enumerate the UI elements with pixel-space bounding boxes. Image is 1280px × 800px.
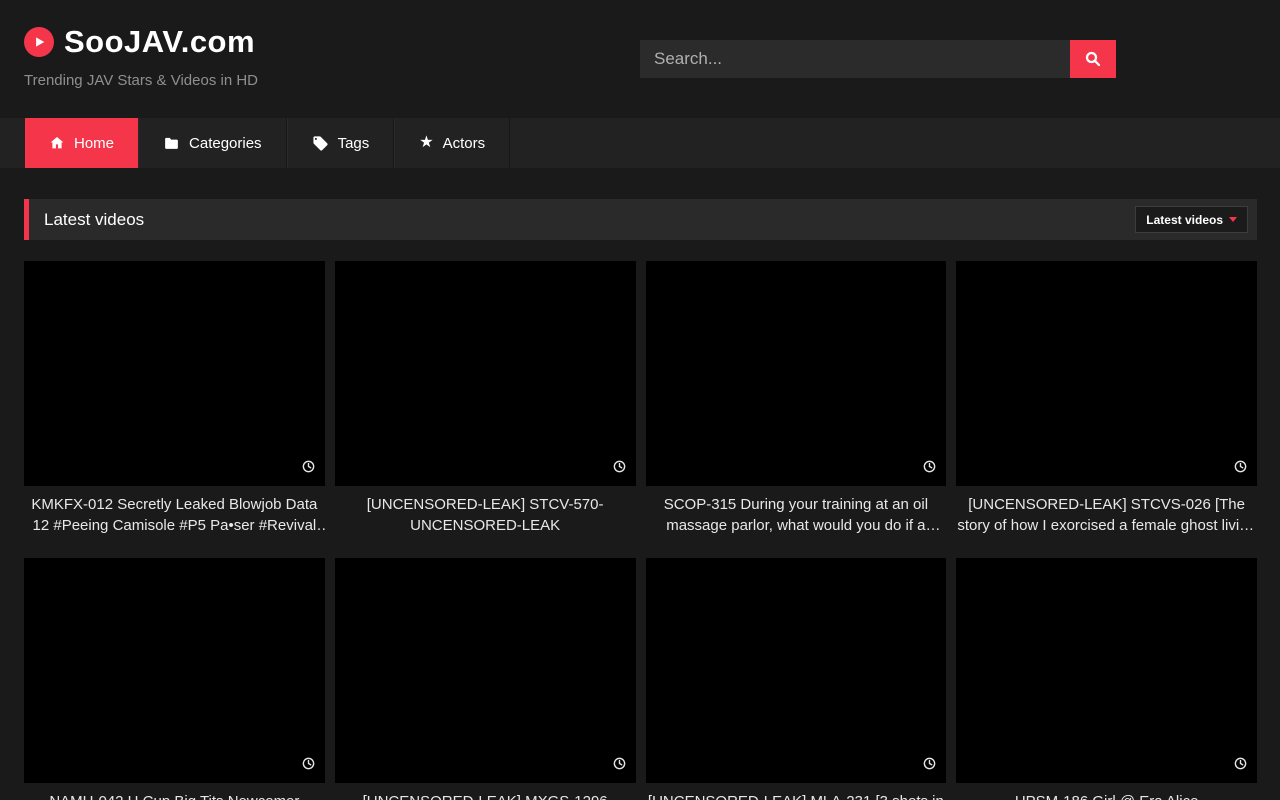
video-title[interactable]: HPSM-186 Girl @ Era Alice bbox=[956, 791, 1257, 800]
play-circle-icon bbox=[24, 27, 54, 57]
nav-item-label: Categories bbox=[189, 135, 262, 152]
site-header: SooJAV.com Trending JAV Stars & Videos i… bbox=[0, 0, 1280, 118]
video-title[interactable]: NAMH-042 H Cup Big Tits Newcomer (170cm … bbox=[24, 791, 325, 800]
nav-item-label: Home bbox=[74, 135, 114, 152]
video-grid: KMKFX-012 Secretly Leaked Blowjob Data 1… bbox=[24, 261, 1257, 800]
star-icon: ★ bbox=[419, 135, 433, 151]
video-card: [UNCENSORED-LEAK] STCV-570-UNCENSORED-LE… bbox=[335, 261, 636, 536]
clock-icon bbox=[302, 757, 315, 775]
video-title[interactable]: KMKFX-012 Secretly Leaked Blowjob Data 1… bbox=[24, 494, 325, 536]
video-title[interactable]: [UNCENSORED-LEAK] STCV-570-UNCENSORED-LE… bbox=[335, 494, 636, 536]
video-thumbnail[interactable] bbox=[24, 558, 325, 783]
nav-item-home[interactable]: Home bbox=[25, 118, 138, 168]
clock-icon bbox=[1234, 757, 1247, 775]
video-card: [UNCENSORED-LEAK] MLA-231 [3 shots in bbox=[646, 558, 947, 800]
search-button[interactable] bbox=[1070, 40, 1116, 78]
section-header: Latest videos Latest videos bbox=[24, 199, 1257, 240]
site-title: SooJAV.com bbox=[64, 24, 255, 60]
clock-icon bbox=[302, 460, 315, 478]
main-nav: Home Categories Tags ★ Actors bbox=[0, 118, 1280, 168]
video-title[interactable]: [UNCENSORED-LEAK] MLA-231 [3 shots in bbox=[646, 791, 947, 800]
video-thumbnail[interactable] bbox=[646, 558, 947, 783]
video-title[interactable]: [UNCENSORED-LEAK] STCVS-026 [The story o… bbox=[956, 494, 1257, 536]
clock-icon bbox=[923, 757, 936, 775]
tag-icon bbox=[312, 135, 329, 152]
video-thumbnail[interactable] bbox=[335, 558, 636, 783]
logo-block: SooJAV.com Trending JAV Stars & Videos i… bbox=[24, 24, 258, 89]
video-title[interactable]: SCOP-315 During your training at an oil … bbox=[646, 494, 947, 536]
video-thumbnail[interactable] bbox=[956, 261, 1257, 486]
clock-icon bbox=[613, 460, 626, 478]
nav-item-actors[interactable]: ★ Actors bbox=[394, 118, 510, 168]
site-tagline: Trending JAV Stars & Videos in HD bbox=[24, 72, 258, 89]
search-input[interactable] bbox=[640, 40, 1070, 78]
search-box bbox=[640, 40, 1116, 78]
nav-item-label: Actors bbox=[443, 135, 486, 152]
video-thumbnail[interactable] bbox=[335, 261, 636, 486]
video-card: SCOP-315 During your training at an oil … bbox=[646, 261, 947, 536]
video-card: HPSM-186 Girl @ Era Alice bbox=[956, 558, 1257, 800]
nav-item-tags[interactable]: Tags bbox=[287, 118, 395, 168]
sort-dropdown-label: Latest videos bbox=[1146, 213, 1223, 227]
site-logo[interactable]: SooJAV.com bbox=[24, 24, 258, 60]
clock-icon bbox=[1234, 460, 1247, 478]
video-card: NAMH-042 H Cup Big Tits Newcomer (170cm … bbox=[24, 558, 325, 800]
video-thumbnail[interactable] bbox=[646, 261, 947, 486]
magnifier-icon bbox=[1084, 50, 1102, 68]
clock-icon bbox=[923, 460, 936, 478]
folder-icon bbox=[163, 135, 180, 152]
section-title: Latest videos bbox=[29, 210, 144, 230]
video-title[interactable]: [UNCENSORED-LEAK] MXGS-1296 Absolutely bbox=[335, 791, 636, 800]
video-card: KMKFX-012 Secretly Leaked Blowjob Data 1… bbox=[24, 261, 325, 536]
sort-dropdown-button[interactable]: Latest videos bbox=[1135, 206, 1248, 233]
nav-item-categories[interactable]: Categories bbox=[138, 118, 287, 168]
video-card: [UNCENSORED-LEAK] MXGS-1296 Absolutely bbox=[335, 558, 636, 800]
video-thumbnail[interactable] bbox=[956, 558, 1257, 783]
nav-item-label: Tags bbox=[338, 135, 370, 152]
caret-down-icon bbox=[1229, 217, 1237, 222]
clock-icon bbox=[613, 757, 626, 775]
video-card: [UNCENSORED-LEAK] STCVS-026 [The story o… bbox=[956, 261, 1257, 536]
video-thumbnail[interactable] bbox=[24, 261, 325, 486]
home-icon bbox=[49, 135, 65, 151]
